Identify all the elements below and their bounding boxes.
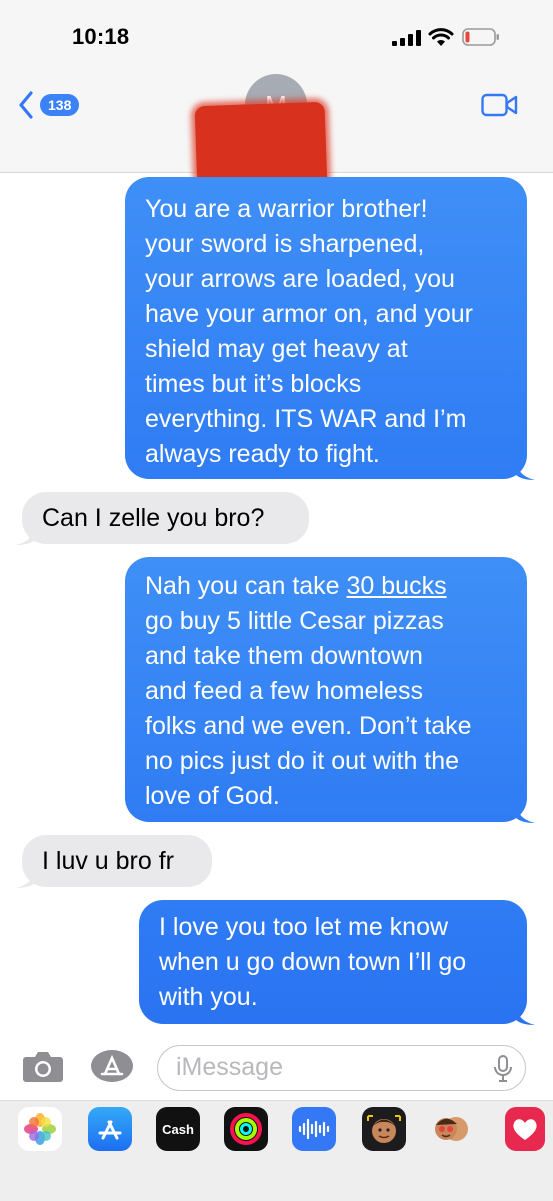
message-line: go buy 5 little Cesar pizzas — [145, 607, 444, 635]
message-line: love of God. — [145, 782, 280, 810]
message-line: your sword is sharpened, — [145, 230, 425, 258]
message-line: I love you too let me know — [159, 913, 449, 941]
facetime-video-icon[interactable] — [481, 93, 519, 117]
bubble-tail — [515, 459, 535, 480]
message-line: times but it’s blocks — [145, 370, 362, 398]
input-placeholder: iMessage — [176, 1053, 283, 1081]
message-line: no pics just do it out with the — [145, 747, 460, 775]
message-line: folks and we even. Don’t take — [145, 712, 472, 740]
apple-cash-icon[interactable]: Cash — [156, 1107, 200, 1151]
message-line: your arrows are loaded, you — [145, 265, 455, 293]
wifi-icon — [428, 28, 454, 46]
battery-icon — [462, 28, 499, 46]
imessage-input[interactable]: iMessage — [157, 1045, 526, 1091]
cash-label: Cash — [162, 1121, 194, 1137]
message-line: everything. ITS WAR and I’m — [145, 405, 467, 433]
bubble-tail — [16, 867, 36, 888]
message-line: Nah you can take 30 bucks — [145, 569, 507, 604]
audio-message-icon[interactable] — [292, 1107, 336, 1151]
message-line: shield may get heavy at — [145, 335, 408, 363]
message-line: have your armor on, and your — [145, 300, 473, 328]
sent-message-bubble[interactable]: Nah you can take 30 bucks go buy 5 littl… — [125, 557, 527, 822]
sent-message-bubble[interactable]: You are a warrior brother! your sword is… — [125, 177, 527, 479]
message-line: You are a warrior brother! — [145, 195, 428, 223]
bubble-tail — [16, 524, 36, 545]
microphone-icon[interactable] — [493, 1055, 513, 1083]
message-line: and feed a few homeless — [145, 677, 423, 705]
photos-icon[interactable] — [18, 1107, 62, 1151]
chevron-left-icon — [19, 91, 33, 119]
message-line: when u go down town I’ll go — [159, 948, 467, 976]
bubble-tail — [515, 802, 535, 823]
received-message-bubble[interactable]: Can I zelle you bro? — [22, 492, 309, 544]
memoji-stickers-icon[interactable] — [430, 1107, 474, 1151]
money-link[interactable]: 30 bucks — [347, 572, 447, 600]
message-text: Nah you can take — [145, 572, 347, 600]
cellular-signal-icon — [392, 30, 421, 46]
message-line: with you. — [159, 983, 258, 1011]
conversation-header: 10:18 138 M — [0, 0, 553, 193]
hearts-icon[interactable] — [505, 1107, 545, 1151]
message-line: and take them downtown — [145, 642, 423, 670]
memoji-icon[interactable] — [362, 1107, 406, 1151]
message-line: always ready to fight. — [145, 440, 380, 468]
app-store-icon[interactable] — [88, 1107, 132, 1151]
message-line: I luv u bro fr — [42, 847, 174, 875]
camera-icon[interactable] — [22, 1049, 64, 1083]
app-store-apps-icon[interactable] — [90, 1049, 134, 1083]
back-button[interactable]: 138 — [18, 88, 88, 122]
message-line: Can I zelle you bro? — [42, 504, 265, 532]
sent-message-bubble[interactable]: I love you too let me know when u go dow… — [139, 900, 527, 1024]
activity-icon[interactable] — [224, 1107, 268, 1151]
status-time: 10:18 — [72, 24, 130, 49]
received-message-bubble[interactable]: I luv u bro fr — [22, 835, 212, 887]
unread-count-badge: 138 — [40, 94, 80, 116]
bubble-tail — [515, 1004, 535, 1025]
